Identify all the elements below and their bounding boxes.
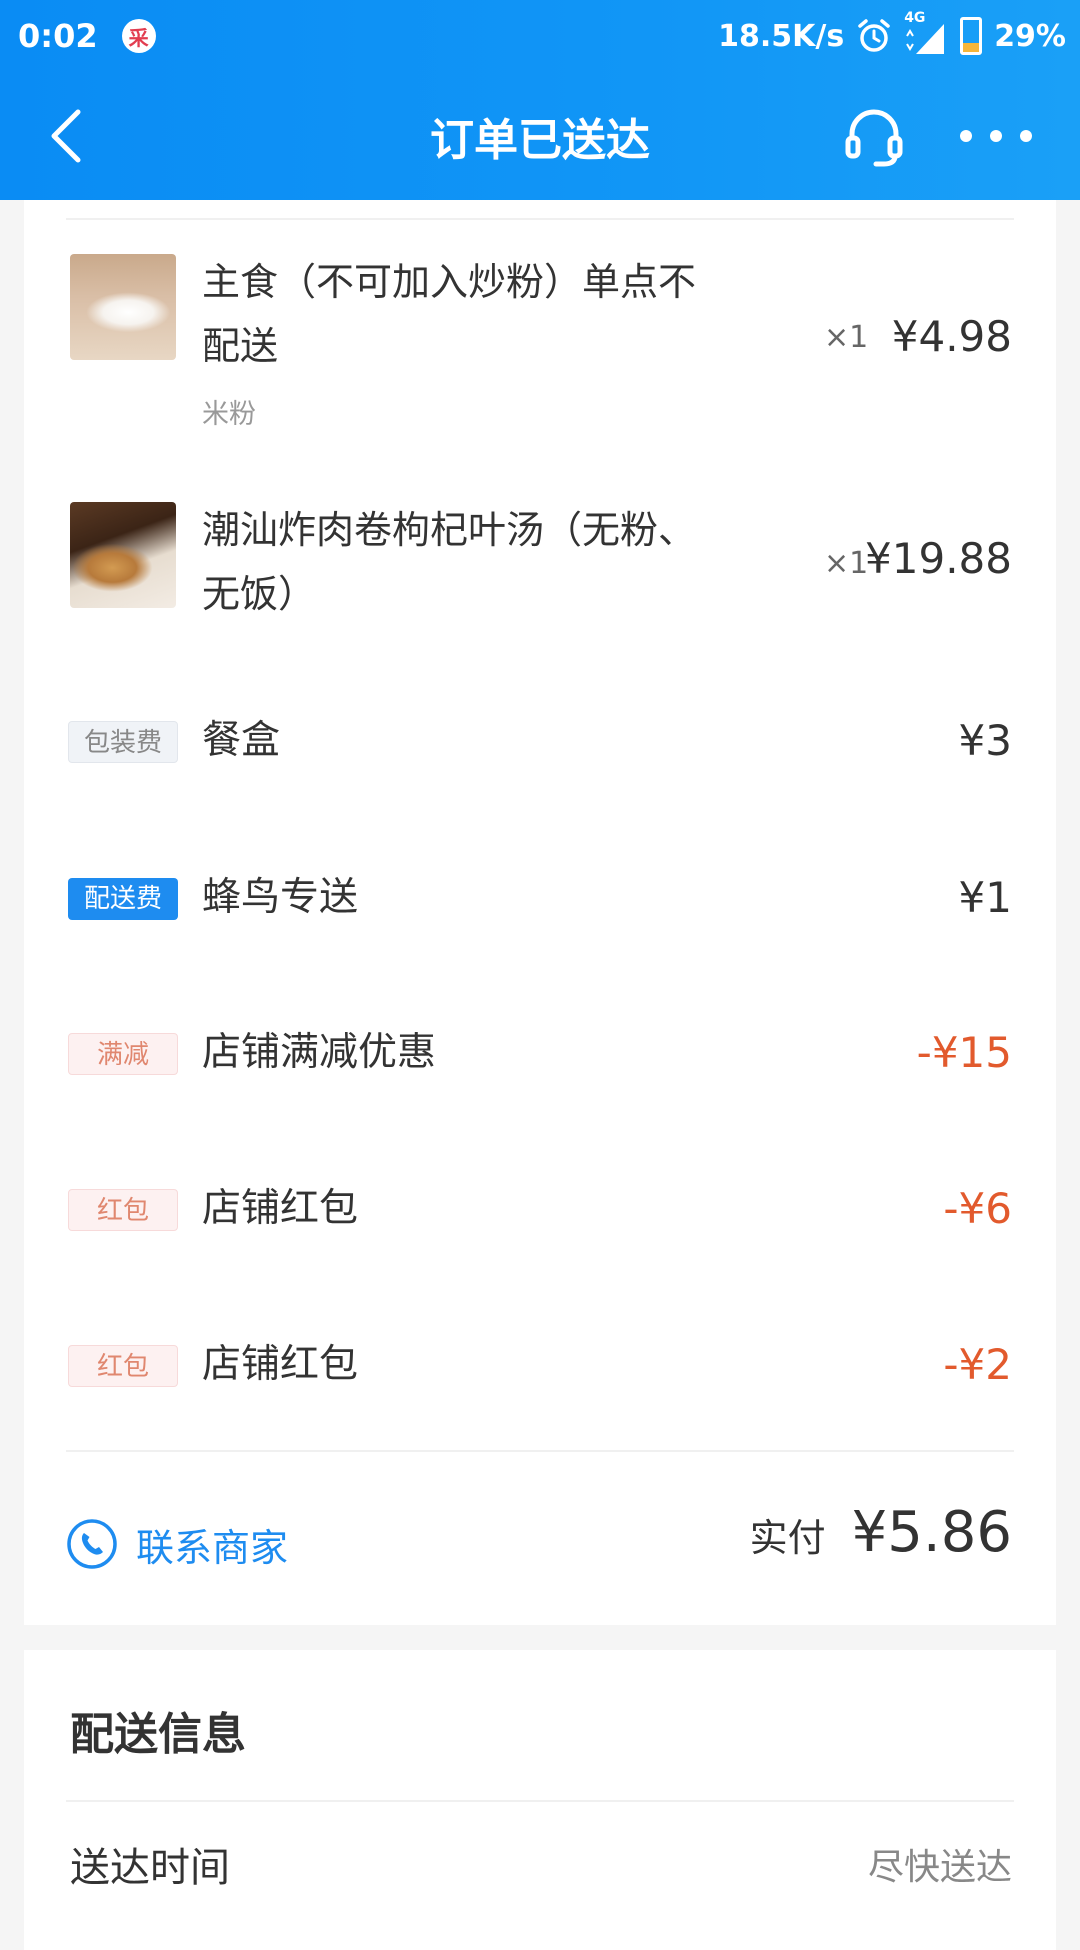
page-title: 订单已送达 [430,115,650,166]
paid-amount: ¥5.86 [851,1500,1012,1565]
fee-amount: ¥3 [958,716,1012,765]
fee-amount: -¥15 [916,1028,1012,1077]
section-title: 配送信息 [70,1709,246,1760]
paid-total: 实付 ¥5.86 [750,1500,1012,1580]
item-price: ¥19.88 [865,534,1012,583]
fee-tag: 包装费 [68,721,178,763]
delivery-time-label: 送达时间 [70,1845,230,1891]
more-menu-button[interactable] [960,116,1032,156]
app-header: 0:02 采 18.5K/s 4G 29% 订单已送达 [0,0,1080,200]
fee-tag: 满减 [68,1033,178,1075]
fee-row-red-packet: 红包 店铺红包 -¥6 [24,1171,1056,1251]
delivery-time-value: 尽快送达 [867,1847,1012,1888]
fee-row-packaging: 包装费 餐盒 ¥3 [24,703,1056,783]
fee-row-red-packet: 红包 店铺红包 -¥2 [24,1327,1056,1407]
fee-tag: 配送费 [68,878,178,920]
item-thumbnail [70,502,176,608]
paid-label: 实付 [749,1516,826,1560]
fee-label: 店铺满减优惠 [202,1030,437,1075]
net-speed: 18.5K/s [718,18,845,54]
battery-percent: 29% [994,18,1066,54]
fee-amount: -¥6 [943,1184,1012,1233]
fee-tag: 红包 [68,1189,178,1231]
more-dot-icon [960,130,972,142]
item-name: 主食（不可加入炒粉）单点不配送 [202,260,697,368]
fee-label: 店铺红包 [202,1186,359,1231]
fee-amount: ¥1 [958,873,1012,922]
signal-icon: 4G [904,10,948,56]
fee-label: 餐盒 [202,718,281,763]
item-quantity: ×1 [824,320,869,355]
battery-icon [960,17,983,55]
divider [66,1450,1014,1452]
contact-merchant-label: 联系商家 [136,1525,289,1570]
more-dot-icon [1020,130,1032,142]
nav-bar: 订单已送达 [0,72,1080,200]
item-thumbnail [70,254,176,360]
phone-icon [67,1519,117,1569]
back-arrow-icon[interactable] [40,106,100,166]
item-price: ¥4.98 [891,312,1012,361]
delivery-info-card: 配送信息 送达时间 尽快送达 [24,1650,1056,1950]
customer-service-icon[interactable] [840,102,908,170]
order-item[interactable]: 主食（不可加入炒粉）单点不配送 米粉 ×1 ¥4.98 [24,250,1056,450]
item-name: 潮汕炸肉卷枸杞叶汤（无粉、无饭） [202,508,697,616]
status-time: 0:02 [18,17,98,55]
app-notification-icon: 采 [121,19,156,53]
order-item[interactable]: 潮汕炸肉卷枸杞叶汤（无粉、无饭） ×1 ¥19.88 [24,498,1056,658]
alarm-icon [858,19,890,52]
fee-label: 店铺红包 [202,1342,359,1387]
status-bar: 0:02 采 18.5K/s 4G 29% [0,0,1080,72]
item-spec: 米粉 [202,399,256,430]
contact-merchant-button[interactable]: 联系商家 [66,1512,288,1576]
fee-amount: -¥2 [943,1340,1012,1389]
item-quantity: ×1 [824,546,869,581]
fee-tag: 红包 [68,1345,178,1387]
fee-label: 蜂鸟专送 [202,875,359,920]
fee-row-delivery: 配送费 蜂鸟专送 ¥1 [24,860,1056,940]
divider [66,218,1014,220]
divider [66,1800,1014,1802]
fee-row-discount: 满减 店铺满减优惠 -¥15 [24,1015,1056,1095]
order-detail-card: 主食（不可加入炒粉）单点不配送 米粉 ×1 ¥4.98 潮汕炸肉卷枸杞叶汤（无粉… [24,200,1056,1625]
more-dot-icon [990,130,1002,142]
